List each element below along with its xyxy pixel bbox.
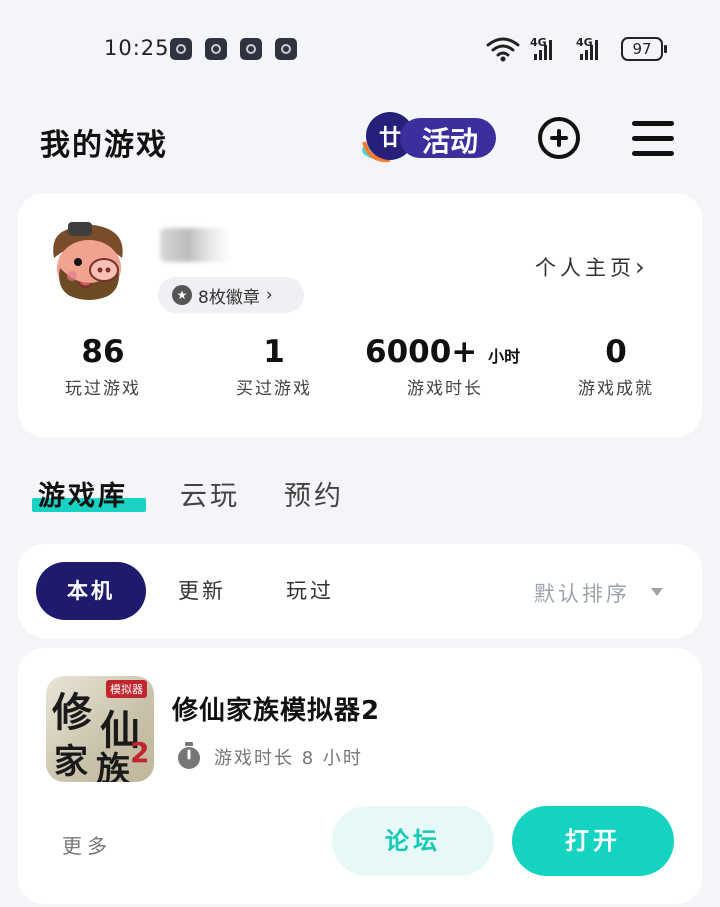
- wifi-icon: [486, 37, 520, 62]
- username-redacted: [160, 228, 230, 262]
- game-icon-glyph: 修: [52, 690, 92, 736]
- stat-value: 1: [263, 334, 285, 370]
- game-icon-tag: 模拟器: [106, 680, 147, 698]
- menu-icon[interactable]: [632, 121, 674, 157]
- medal-icon: [172, 285, 192, 305]
- chevron-right-icon: ›: [635, 253, 645, 281]
- open-button[interactable]: 打开: [512, 806, 674, 876]
- notification-icon: [170, 38, 192, 60]
- filter-updates[interactable]: 更新: [160, 562, 244, 620]
- caret-down-icon: [651, 588, 663, 596]
- filter-played[interactable]: 玩过: [268, 562, 352, 620]
- badges-button[interactable]: 8枚徽章 ›: [158, 277, 304, 313]
- stat-achievements[interactable]: 0 游戏成就: [546, 334, 686, 399]
- tab-game-library[interactable]: 游戏库: [38, 474, 128, 513]
- stat-label: 玩过游戏: [65, 379, 141, 399]
- game-icon-glyph: 家: [54, 742, 88, 782]
- stat-games-played[interactable]: 86 玩过游戏: [33, 334, 173, 399]
- stopwatch-icon: [178, 742, 200, 769]
- stat-label: 买过游戏: [236, 379, 312, 399]
- notification-icon: [205, 38, 227, 60]
- activity-label: 活动: [422, 125, 479, 158]
- notification-icon: [240, 38, 262, 60]
- page-title: 我的游戏: [40, 128, 168, 163]
- stat-unit: 小时: [488, 347, 521, 366]
- more-button[interactable]: 更多: [62, 830, 112, 859]
- stat-value: 86: [81, 334, 125, 370]
- stat-games-bought[interactable]: 1 买过游戏: [204, 334, 344, 399]
- stat-label: 游戏时长: [407, 379, 483, 399]
- stat-value: 6000+: [365, 334, 478, 370]
- stat-label: 游戏成就: [578, 379, 654, 399]
- signal-icon: [534, 38, 552, 60]
- stat-value: 0: [605, 334, 627, 370]
- sort-dropdown[interactable]: 默认排序: [534, 578, 630, 608]
- tab-cloud-play[interactable]: 云玩: [180, 474, 240, 513]
- homepage-label: 个人主页: [535, 256, 635, 280]
- game-icon[interactable]: 模拟器 修 仙 家 族 2: [46, 676, 154, 782]
- forum-button[interactable]: 论坛: [332, 806, 494, 876]
- signal-icon: [580, 38, 598, 60]
- chevron-right-icon: ›: [265, 285, 273, 305]
- filter-local[interactable]: 本机: [36, 562, 146, 620]
- game-title[interactable]: 修仙家族模拟器2: [172, 690, 380, 727]
- add-icon[interactable]: [538, 117, 580, 159]
- activity-button[interactable]: 廿 活动: [360, 106, 500, 168]
- status-time: 10:25: [104, 36, 170, 60]
- svg-text:廿: 廿: [379, 125, 401, 150]
- stat-play-time[interactable]: 6000+ 小时 游戏时长: [365, 334, 535, 399]
- battery-icon: 97: [621, 37, 667, 61]
- game-icon-glyph: 族: [96, 750, 130, 782]
- tab-reservations[interactable]: 预约: [284, 474, 344, 513]
- play-time-text: 游戏时长 8 小时: [214, 748, 363, 769]
- notification-icon: [275, 38, 297, 60]
- homepage-link[interactable]: 个人主页›: [535, 252, 645, 282]
- badges-label: 8枚徽章: [198, 287, 260, 308]
- game-icon-glyph: 2: [130, 736, 150, 769]
- avatar[interactable]: [48, 218, 130, 300]
